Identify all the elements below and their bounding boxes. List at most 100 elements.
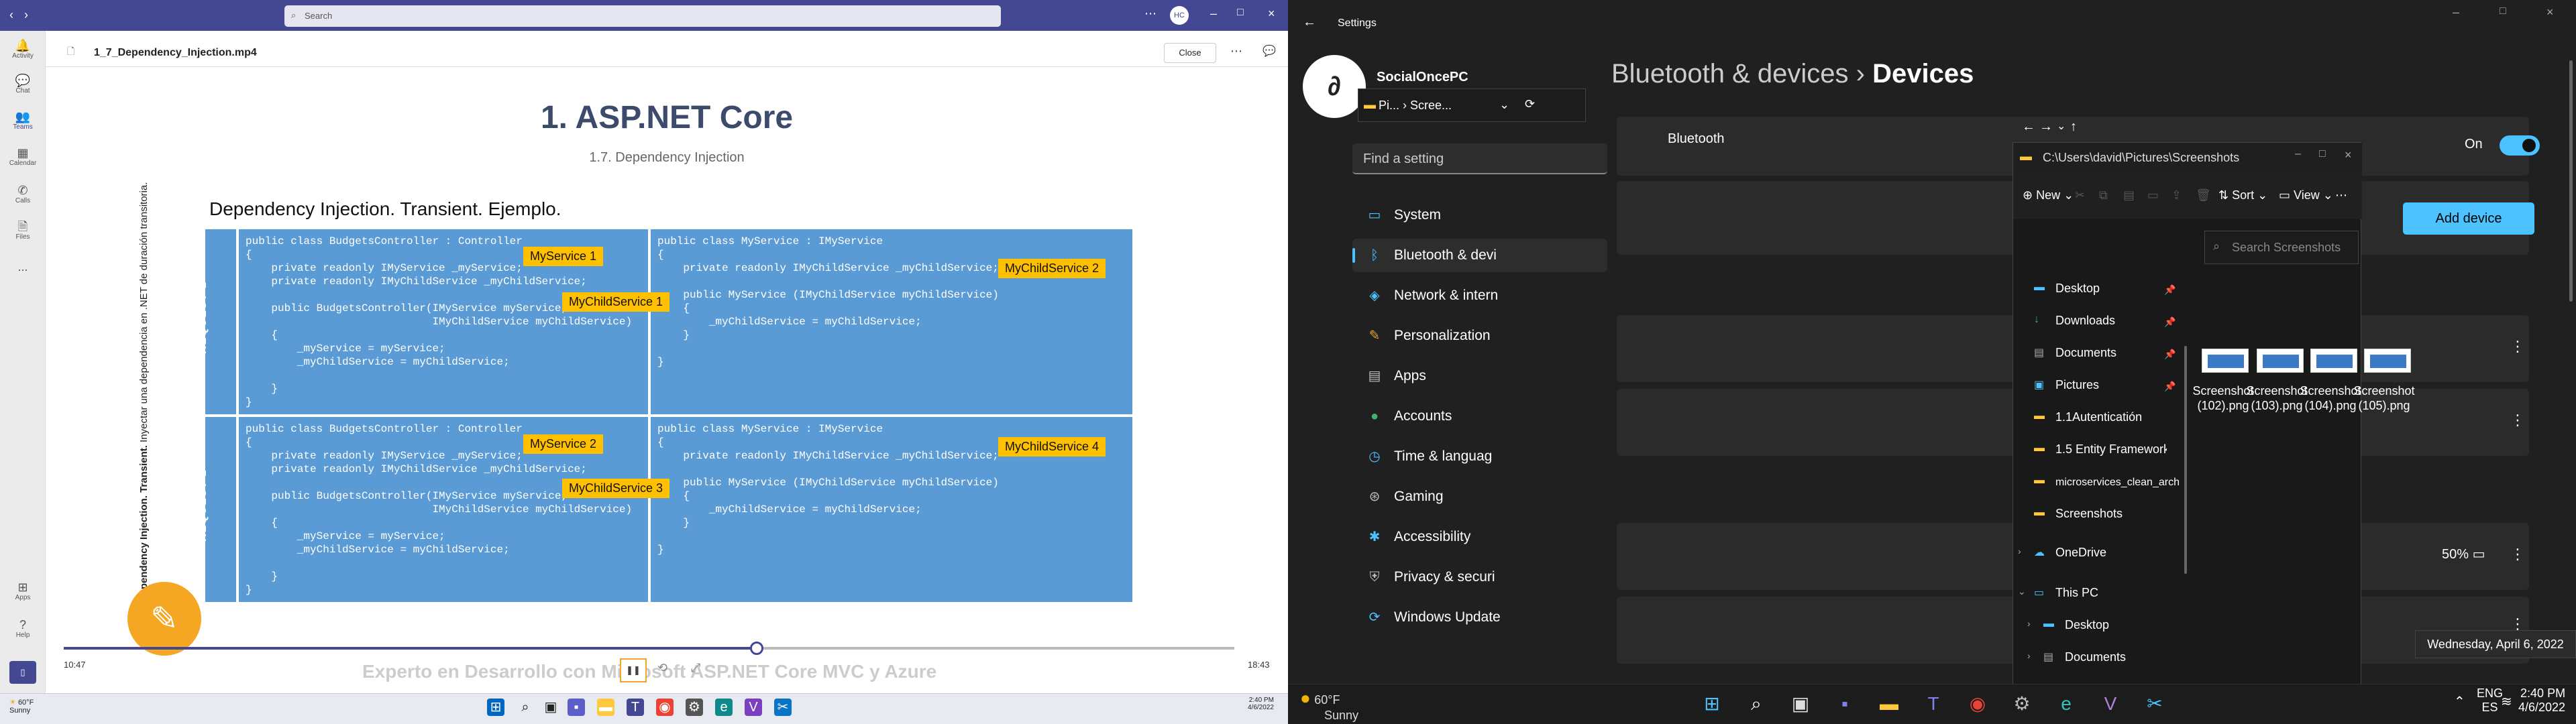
visual-studio-icon[interactable]: V: [745, 699, 762, 716]
search-icon[interactable]: ⌕: [1743, 690, 1770, 717]
rail-help[interactable]: ? Help: [0, 618, 46, 639]
fullscreen-icon[interactable]: ⤢: [691, 661, 700, 675]
more-options-icon[interactable]: ⋮: [2510, 412, 2525, 429]
pencil-icon[interactable]: ✎: [127, 582, 201, 656]
chevron-up-icon[interactable]: ⌃: [2454, 693, 2465, 710]
rail-chat[interactable]: 💬 Chat: [0, 74, 46, 95]
snipping-icon[interactable]: ✂: [2141, 690, 2168, 717]
back-icon[interactable]: ←: [1303, 15, 1316, 30]
nav-time-language[interactable]: ◷ Time & languag: [1352, 440, 1607, 473]
address-bar[interactable]: ▬ Pi... › Scree... ⌄ ⟳: [1358, 88, 1586, 122]
tree-item[interactable]: ↓ Downloads: [2026, 314, 2167, 334]
file-name[interactable]: Screenshot (105).png: [2330, 383, 2438, 413]
nav-system[interactable]: ▭ System: [1352, 198, 1607, 232]
close-button[interactable]: Close: [1164, 43, 1216, 63]
tree-item[interactable]: ▭ This PC: [2026, 586, 2167, 606]
tree-item[interactable]: ▣ Pictures: [2026, 378, 2167, 398]
minimize-icon[interactable]: –: [2295, 148, 2301, 160]
snipping-icon[interactable]: ✂: [774, 699, 792, 716]
seek-bar-remaining[interactable]: [758, 647, 1234, 650]
maximize-icon[interactable]: □: [2500, 5, 2506, 17]
more-options-icon[interactable]: ⋮: [2510, 338, 2525, 355]
address-segment[interactable]: Scree...: [1410, 99, 1452, 112]
rail-activity[interactable]: 🔔 Activity: [0, 39, 46, 60]
tree-item[interactable]: ▬ Desktop: [2035, 618, 2176, 638]
rail-apps[interactable]: ⊞ Apps: [0, 581, 46, 601]
language-indicator[interactable]: ENG ES: [2477, 686, 2503, 715]
chevron-right-icon[interactable]: ›: [2018, 546, 2021, 556]
copy-icon[interactable]: ⧉: [2099, 188, 2108, 202]
forward-icon[interactable]: ›: [24, 8, 28, 22]
minimize-icon[interactable]: –: [2453, 5, 2459, 19]
tree-item[interactable]: ☁ OneDrive: [2026, 546, 2167, 566]
tree-scrollbar[interactable]: [2184, 346, 2187, 574]
chevron-down-icon[interactable]: ⌄: [1499, 98, 1509, 112]
search-input[interactable]: ⌕ Search: [284, 5, 1001, 27]
rail-files[interactable]: 🗎 Files: [0, 220, 46, 241]
task-view-icon[interactable]: ▣: [542, 699, 559, 716]
rail-calendar[interactable]: ▦ Calendar: [0, 146, 46, 167]
seek-handle[interactable]: [750, 642, 763, 655]
close-window-icon[interactable]: ×: [2345, 148, 2352, 162]
share-icon[interactable]: ⇪: [2171, 188, 2182, 202]
recent-chevron-icon[interactable]: ⌄: [2057, 119, 2065, 133]
start-icon[interactable]: ⊞: [1699, 690, 1725, 717]
nav-accounts[interactable]: ● Accounts: [1352, 400, 1607, 433]
tree-item[interactable]: ▬ Screenshots: [2026, 507, 2167, 527]
bluetooth-toggle[interactable]: [2500, 135, 2540, 156]
refresh-icon[interactable]: ⟳: [1525, 97, 1535, 111]
rail-teams[interactable]: 👥 Teams: [0, 110, 46, 131]
search-input[interactable]: ⌕ Search Screenshots: [2204, 231, 2359, 264]
teams-app-icon[interactable]: T: [627, 699, 644, 716]
nav-apps[interactable]: ▤ Apps: [1352, 359, 1607, 393]
nav-windows-update[interactable]: ⟳ Windows Update: [1352, 601, 1607, 634]
tree-item[interactable]: ▤ Documents: [2035, 650, 2176, 670]
teams-chat-icon[interactable]: ▪: [568, 699, 585, 716]
tree-item[interactable]: ▬ microservices_clean_architecture: [2026, 475, 2179, 495]
settings-scrollbar[interactable]: [2569, 60, 2573, 302]
file-thumbnail[interactable]: [2364, 349, 2411, 373]
chevron-right-icon[interactable]: ›: [2027, 650, 2031, 661]
maximize-icon[interactable]: □: [2319, 148, 2326, 160]
nav-accessibility[interactable]: ✱ Accessibility: [1352, 520, 1607, 554]
search-icon[interactable]: ⌕: [517, 699, 534, 716]
chrome-icon[interactable]: ◉: [1964, 690, 1991, 717]
chevron-right-icon[interactable]: ›: [2027, 618, 2031, 629]
teams-app-icon[interactable]: T: [1920, 690, 1947, 717]
weather-widget[interactable]: ☀ 60°F Sunny: [9, 698, 34, 715]
cut-icon[interactable]: ✂: [2075, 188, 2085, 202]
file-thumbnail[interactable]: [2257, 349, 2304, 373]
wifi-icon[interactable]: ≋: [2501, 693, 2512, 710]
clock[interactable]: 2:40 PM 4/6/2022: [2518, 686, 2565, 715]
find-setting-input[interactable]: Find a setting: [1352, 143, 1607, 174]
view-button[interactable]: ▭ View ⌄: [2279, 188, 2333, 202]
task-view-icon[interactable]: ▣: [1787, 690, 1814, 717]
chrome-icon[interactable]: ◉: [656, 699, 674, 716]
tree-item[interactable]: ▤ Documents: [2026, 346, 2167, 366]
rewind-icon[interactable]: ⟲: [657, 661, 667, 675]
more-options-icon[interactable]: ⋮: [2510, 546, 2525, 563]
file-explorer-icon[interactable]: ▬: [1876, 690, 1902, 717]
file-thumbnail[interactable]: [2202, 349, 2249, 373]
more-options-icon[interactable]: ⋯: [2335, 188, 2347, 202]
teams-chat-icon[interactable]: ▪: [1831, 690, 1858, 717]
edge-icon[interactable]: e: [715, 699, 733, 716]
back-icon[interactable]: ←: [2022, 119, 2035, 135]
visual-studio-icon[interactable]: V: [2097, 690, 2124, 717]
mobile-icon[interactable]: ▯: [9, 661, 36, 684]
weather-widget[interactable]: ● 60°F Sunny: [1300, 688, 1358, 723]
settings-icon[interactable]: ⚙: [2008, 690, 2035, 717]
close-window-icon[interactable]: ×: [2546, 5, 2554, 19]
breadcrumb-parent[interactable]: Bluetooth & devices: [1611, 59, 1849, 88]
nav-gaming[interactable]: ⊛ Gaming: [1352, 480, 1607, 514]
rail-more[interactable]: ...: [0, 260, 46, 274]
seek-bar-played[interactable]: [64, 647, 758, 650]
start-icon[interactable]: ⊞: [487, 699, 504, 716]
more-options-icon[interactable]: ⋯: [1230, 44, 1242, 58]
avatar[interactable]: HC: [1170, 6, 1189, 25]
more-options-icon[interactable]: ⋯: [1144, 7, 1157, 21]
rail-calls[interactable]: ✆ Calls: [0, 184, 46, 204]
settings-icon[interactable]: ⚙: [686, 699, 703, 716]
file-explorer-icon[interactable]: ▬: [597, 699, 614, 716]
add-device-button[interactable]: Add device: [2403, 202, 2534, 235]
